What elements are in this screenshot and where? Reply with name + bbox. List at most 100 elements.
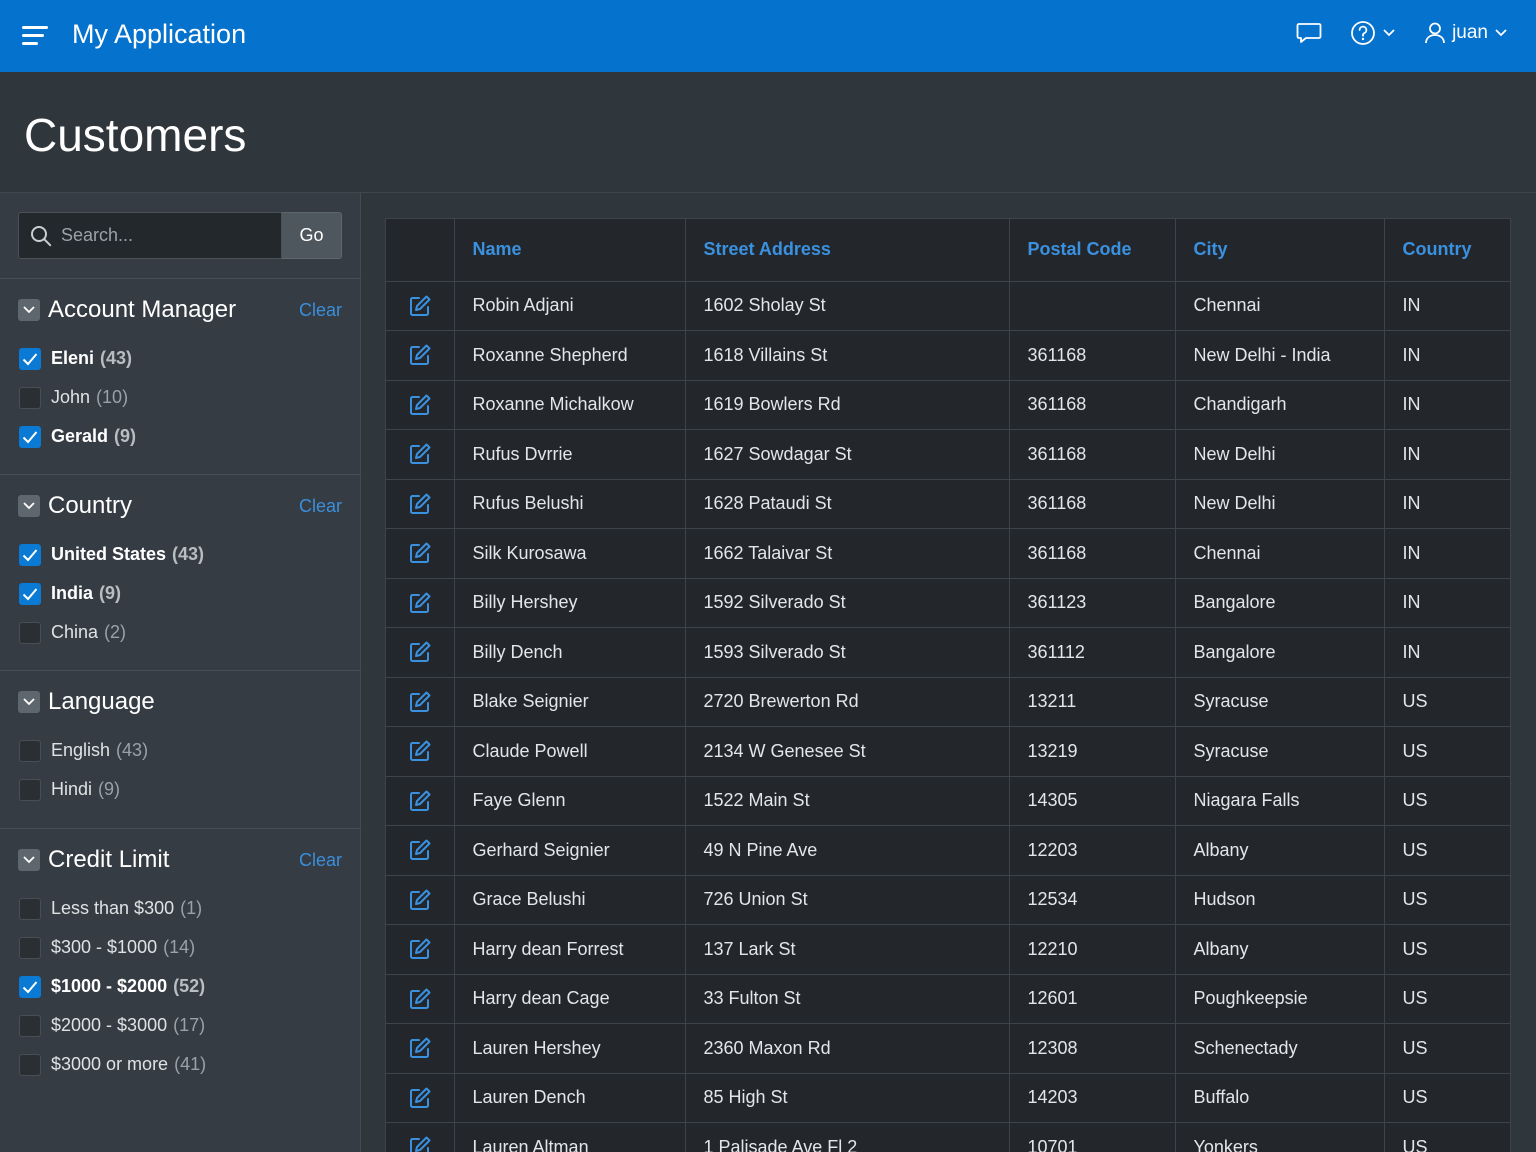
facet-option[interactable]: Eleni (43) bbox=[0, 339, 361, 378]
facet-clear-button[interactable]: Clear bbox=[299, 850, 342, 871]
checkbox[interactable] bbox=[19, 621, 41, 644]
cell-name: Blake Seignier bbox=[454, 677, 686, 727]
checkbox[interactable] bbox=[19, 386, 41, 409]
menu-icon[interactable] bbox=[22, 26, 48, 46]
checkbox[interactable] bbox=[19, 778, 41, 801]
edit-row-link[interactable] bbox=[386, 1122, 455, 1152]
edit-row-link[interactable] bbox=[386, 1073, 455, 1123]
edit-row-link[interactable] bbox=[386, 281, 455, 331]
column-header-street-address[interactable]: Street Address bbox=[685, 219, 1010, 282]
cell-country: US bbox=[1384, 1122, 1510, 1152]
edit-row-link[interactable] bbox=[386, 726, 455, 777]
checkbox[interactable] bbox=[19, 347, 41, 370]
facet-clear-button[interactable]: Clear bbox=[299, 496, 342, 517]
table-row: Robin Adjani 1602 Sholay St Chennai IN bbox=[386, 281, 1510, 331]
table-row: Harry dean Forrest 137 Lark St 12210 Albany… bbox=[386, 924, 1510, 975]
facet-collapse-toggle[interactable] bbox=[18, 691, 40, 713]
facet-header: Credit Limit Clear bbox=[0, 829, 361, 889]
facet-title: Language bbox=[48, 688, 155, 715]
column-header-postal-code[interactable]: Postal Code bbox=[1009, 219, 1176, 282]
edit-row-link[interactable] bbox=[386, 479, 455, 529]
cell-postal-code: 361168 bbox=[1009, 380, 1176, 430]
facet-option-count: (9) bbox=[98, 779, 121, 799]
edit-row-link[interactable] bbox=[386, 429, 455, 480]
facet-option-count: (43) bbox=[100, 348, 133, 368]
checkbox[interactable] bbox=[19, 739, 41, 762]
cell-city: Albany bbox=[1175, 825, 1385, 876]
cell-postal-code: 12308 bbox=[1009, 1023, 1176, 1074]
facet-option[interactable]: $300 - $1000 (14) bbox=[0, 928, 361, 967]
checkmark-icon bbox=[22, 430, 38, 443]
facet-option[interactable]: China (2) bbox=[0, 613, 361, 652]
checkbox[interactable] bbox=[19, 425, 41, 448]
edit-row-link[interactable] bbox=[386, 380, 455, 430]
cell-country: US bbox=[1384, 924, 1510, 975]
search-input[interactable] bbox=[61, 225, 271, 246]
edit-row-link[interactable] bbox=[386, 974, 455, 1024]
app-title[interactable]: My Application bbox=[72, 19, 246, 50]
facet-option[interactable]: John (10) bbox=[0, 378, 361, 417]
edit-row-link[interactable] bbox=[386, 875, 455, 925]
checkbox[interactable] bbox=[19, 1053, 41, 1076]
user-menu-button[interactable]: juan bbox=[1424, 21, 1508, 45]
edit-row-link[interactable] bbox=[386, 578, 455, 628]
facet-option[interactable]: Gerald (9) bbox=[0, 417, 361, 456]
edit-row-link[interactable] bbox=[386, 330, 455, 381]
column-header-name[interactable]: Name bbox=[454, 219, 686, 282]
cell-street-address: 1627 Sowdagar St bbox=[685, 429, 1010, 480]
edit-row-link[interactable] bbox=[386, 924, 455, 975]
feedback-button[interactable] bbox=[1296, 21, 1322, 45]
facet-option[interactable]: $2000 - $3000 (17) bbox=[0, 1006, 361, 1045]
edit-row-link[interactable] bbox=[386, 677, 455, 727]
edit-row-link[interactable] bbox=[386, 825, 455, 876]
facet-option[interactable]: United States (43) bbox=[0, 535, 361, 574]
cell-street-address: 1618 Villains St bbox=[685, 330, 1010, 381]
cell-name: Rufus Belushi bbox=[454, 479, 686, 529]
checkbox[interactable] bbox=[19, 975, 41, 998]
checkbox[interactable] bbox=[19, 936, 41, 959]
checkbox[interactable] bbox=[19, 1014, 41, 1037]
chevron-down-icon bbox=[23, 698, 35, 706]
help-menu-button[interactable] bbox=[1350, 20, 1396, 46]
edit-icon bbox=[409, 889, 431, 910]
checkbox[interactable] bbox=[19, 582, 41, 605]
table-row: Roxanne Michalkow 1619 Bowlers Rd 361168 Ch… bbox=[386, 380, 1510, 430]
facet-collapse-toggle[interactable] bbox=[18, 495, 40, 517]
column-header-country[interactable]: Country bbox=[1384, 219, 1510, 282]
checkbox[interactable] bbox=[19, 543, 41, 566]
facet-option[interactable]: $1000 - $2000 (52) bbox=[0, 967, 361, 1006]
faceted-search-sidebar: Go Account ManagerClearEleni(43)John(10)… bbox=[0, 193, 361, 1152]
cell-city: Schenectady bbox=[1175, 1023, 1385, 1074]
column-header-city[interactable]: City bbox=[1175, 219, 1385, 282]
cell-postal-code: 13219 bbox=[1009, 726, 1176, 777]
go-button[interactable]: Go bbox=[282, 212, 342, 259]
facet-option-label: Hindi bbox=[51, 779, 93, 799]
edit-row-link[interactable] bbox=[386, 528, 455, 579]
cell-street-address: 2360 Maxon Rd bbox=[685, 1023, 1010, 1074]
cell-postal-code: 14305 bbox=[1009, 776, 1176, 826]
facet-header: Account Manager Clear bbox=[0, 279, 361, 339]
facet-option[interactable]: $3000 or more (41) bbox=[0, 1045, 361, 1084]
facet-option[interactable]: English (43) bbox=[0, 731, 361, 770]
facet-clear-button[interactable]: Clear bbox=[299, 300, 342, 321]
cell-city: Syracuse bbox=[1175, 677, 1385, 727]
facet-option[interactable]: Hindi (9) bbox=[0, 770, 361, 809]
facet-collapse-toggle[interactable] bbox=[18, 299, 40, 321]
edit-row-link[interactable] bbox=[386, 1023, 455, 1074]
facet-credit-limit: Credit Limit Clear Less than $300 (1) $300 -… bbox=[0, 828, 361, 1084]
facet-option-count: (43) bbox=[116, 740, 149, 760]
facet-option[interactable]: India (9) bbox=[0, 574, 361, 613]
facet-option[interactable]: Less than $300 (1) bbox=[0, 889, 361, 928]
edit-row-link[interactable] bbox=[386, 627, 455, 678]
edit-row-link[interactable] bbox=[386, 776, 455, 826]
cell-name: Harry dean Forrest bbox=[454, 924, 686, 975]
table-row: Billy Dench 1593 Silverado St 361112 Bangal… bbox=[386, 627, 1510, 678]
cell-street-address: 33 Fulton St bbox=[685, 974, 1010, 1024]
facet-collapse-toggle[interactable] bbox=[18, 849, 40, 871]
cell-country: US bbox=[1384, 776, 1510, 826]
cell-country: US bbox=[1384, 726, 1510, 777]
checkbox[interactable] bbox=[19, 897, 41, 920]
cell-name: Lauren Dench bbox=[454, 1073, 686, 1123]
cell-country: US bbox=[1384, 974, 1510, 1024]
search-box[interactable] bbox=[18, 212, 282, 259]
